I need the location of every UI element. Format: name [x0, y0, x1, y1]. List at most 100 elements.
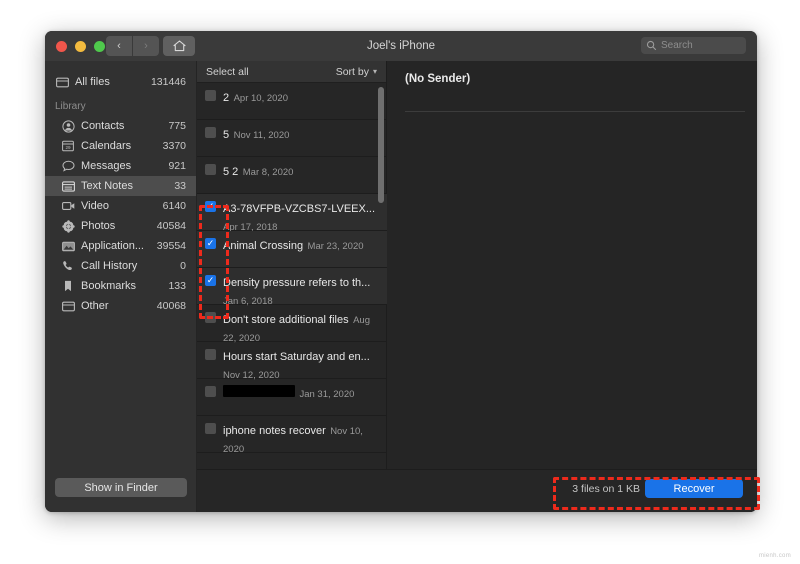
list-item-checkbox[interactable] — [205, 312, 216, 323]
sidebar-label-contacts: Contacts — [81, 120, 125, 132]
sidebar-item-calendars[interactable]: 29 Calendars 3370 — [45, 136, 196, 156]
sidebar-item-other[interactable]: Other 40068 — [45, 296, 196, 316]
list-item[interactable]: ✓ A3-78VFPB-VZCBS7-LVEEX... Apr 17, 2018 — [197, 194, 387, 233]
sidebar-count-other: 40068 — [156, 300, 186, 312]
list-item-title: 5 — [223, 129, 230, 141]
sidebar-item-video[interactable]: Video 6140 — [45, 196, 196, 216]
list-item[interactable]: ✓ Density pressure refers to th... Jan 6… — [197, 268, 387, 307]
list-item-checkbox[interactable] — [205, 164, 216, 175]
file-list-header: Select all Sort by ▾ — [197, 61, 386, 83]
list-item-date: Mar 23, 2020 — [307, 241, 364, 252]
sort-by-dropdown[interactable]: Sort by ▾ — [336, 66, 377, 78]
list-item-checkbox[interactable] — [205, 127, 216, 138]
list-item-text: 5 Nov 11, 2020 — [223, 125, 379, 156]
list-item[interactable]: iphone notes recover Nov 10, 2020 — [197, 416, 387, 455]
select-all-button[interactable]: Select all — [206, 66, 249, 78]
sidebar-count-bookmarks: 133 — [168, 280, 186, 292]
recover-button[interactable]: Recover — [645, 479, 743, 498]
app-window: ‹ › Joel's iPhone Search All files 13144… — [45, 31, 757, 512]
sidebar-item-all-files[interactable]: All files 131446 — [45, 72, 196, 92]
list-scrollbar[interactable] — [378, 87, 384, 459]
list-item-checkbox[interactable] — [205, 423, 216, 434]
preview-divider — [405, 111, 745, 112]
list-item-text: Density pressure refers to th... Jan 6, … — [223, 273, 379, 307]
list-item[interactable]: Don't store additional files Aug 22, 202… — [197, 305, 387, 344]
preview-sender-label: (No Sender) — [405, 73, 471, 85]
search-field[interactable]: Search — [641, 37, 746, 54]
preview-pane: (No Sender) — [387, 61, 757, 512]
list-item[interactable]: 5 Nov 11, 2020 — [197, 120, 387, 157]
list-item[interactable]: 2 Apr 10, 2020 — [197, 83, 387, 120]
file-list-scroll-area[interactable]: 2 Apr 10, 2020 5 Nov 11, 2020 5 2 Mar 8,… — [197, 83, 387, 463]
list-item-checkbox[interactable] — [205, 386, 216, 397]
sidebar-label-video: Video — [81, 200, 109, 212]
list-item-checkbox[interactable] — [205, 90, 216, 101]
list-scrollbar-thumb[interactable] — [378, 87, 384, 203]
chevron-down-icon: ▾ — [372, 67, 377, 76]
sidebar-count-all-files: 131446 — [150, 76, 186, 88]
sidebar-count-contacts: 775 — [168, 120, 186, 132]
list-item-checkbox[interactable]: ✓ — [205, 238, 216, 249]
sidebar-label-other: Other — [81, 300, 109, 312]
sidebar-item-bookmarks[interactable]: Bookmarks 133 — [45, 276, 196, 296]
list-item-text: Animal Crossing Mar 23, 2020 — [223, 236, 379, 267]
message-icon — [61, 159, 75, 173]
sidebar-label-applications: Application... — [81, 240, 144, 252]
sidebar-count-photos: 40584 — [156, 220, 186, 232]
list-item-text: 5 2 Mar 8, 2020 — [223, 162, 379, 193]
list-item-text: Jan 31, 2020 — [223, 384, 379, 415]
list-item-title-redacted — [223, 385, 295, 397]
sidebar-item-messages[interactable]: Messages 921 — [45, 156, 196, 176]
list-item-text: A3-78VFPB-VZCBS7-LVEEX... Apr 17, 2018 — [223, 199, 379, 233]
window-titlebar: ‹ › Joel's iPhone Search — [45, 31, 757, 62]
sidebar-count-call-history: 0 — [180, 260, 186, 272]
list-item[interactable]: ✓ Animal Crossing Mar 23, 2020 — [197, 231, 387, 268]
sidebar-count-applications: 39554 — [156, 240, 186, 252]
show-in-finder-button[interactable]: Show in Finder — [55, 478, 187, 497]
search-placeholder: Search — [661, 40, 693, 51]
person-icon — [61, 119, 75, 133]
sidebar-item-text-notes[interactable]: Text Notes 33 — [45, 176, 196, 196]
application-icon — [61, 239, 75, 253]
list-item[interactable]: 5 2 Mar 8, 2020 — [197, 157, 387, 194]
list-item-date: Apr 10, 2020 — [233, 93, 288, 104]
list-item-date: Mar 8, 2020 — [242, 167, 294, 178]
sidebar-label-call-history: Call History — [81, 260, 138, 272]
selected-files-info: 3 files on 1 KB — [572, 483, 640, 495]
list-item-title: 2 — [223, 92, 230, 104]
list-item-text: iphone notes recover Nov 10, 2020 — [223, 421, 379, 455]
sidebar-label-messages: Messages — [81, 160, 132, 172]
sidebar-count-video: 6140 — [162, 200, 186, 212]
list-item-title: 5 2 — [223, 166, 239, 178]
calendar-icon: 29 — [61, 139, 75, 153]
sidebar-label-photos: Photos — [81, 220, 116, 232]
list-item[interactable]: Hours start Saturday and en... Nov 12, 2… — [197, 342, 387, 381]
window-body: All files 131446 Library Contacts 775 29… — [45, 61, 757, 512]
list-item[interactable]: Jan 31, 2020 — [197, 379, 387, 416]
sidebar: All files 131446 Library Contacts 775 29… — [45, 61, 197, 512]
list-item-checkbox[interactable]: ✓ — [205, 201, 216, 212]
list-item-checkbox[interactable]: ✓ — [205, 275, 216, 286]
sort-by-label: Sort by — [335, 65, 369, 78]
video-icon — [61, 199, 75, 213]
list-item-date: Nov 11, 2020 — [233, 130, 290, 141]
sidebar-count-messages: 921 — [168, 160, 186, 172]
watermark: mienh.com — [758, 553, 791, 559]
folder-icon — [55, 75, 69, 89]
list-item-title: Density pressure refers to th... — [223, 277, 371, 289]
photos-icon — [61, 219, 75, 233]
list-item-text: Hours start Saturday and en... Nov 12, 2… — [223, 347, 379, 381]
list-item-title: A3-78VFPB-VZCBS7-LVEEX... — [223, 203, 376, 215]
sidebar-item-photos[interactable]: Photos 40584 — [45, 216, 196, 236]
list-item-title: Animal Crossing — [223, 240, 304, 252]
sidebar-item-applications[interactable]: Application... 39554 — [45, 236, 196, 256]
sidebar-label-text-notes: Text Notes — [81, 180, 133, 192]
sidebar-item-call-history[interactable]: Call History 0 — [45, 256, 196, 276]
list-item-date: Jan 31, 2020 — [299, 389, 355, 400]
phone-icon — [61, 259, 75, 273]
list-item-checkbox[interactable] — [205, 349, 216, 360]
bottom-action-bar: 3 files on 1 KB Recover — [197, 469, 757, 512]
notes-icon — [61, 179, 75, 193]
sidebar-label-bookmarks: Bookmarks — [81, 280, 137, 292]
sidebar-item-contacts[interactable]: Contacts 775 — [45, 116, 196, 136]
